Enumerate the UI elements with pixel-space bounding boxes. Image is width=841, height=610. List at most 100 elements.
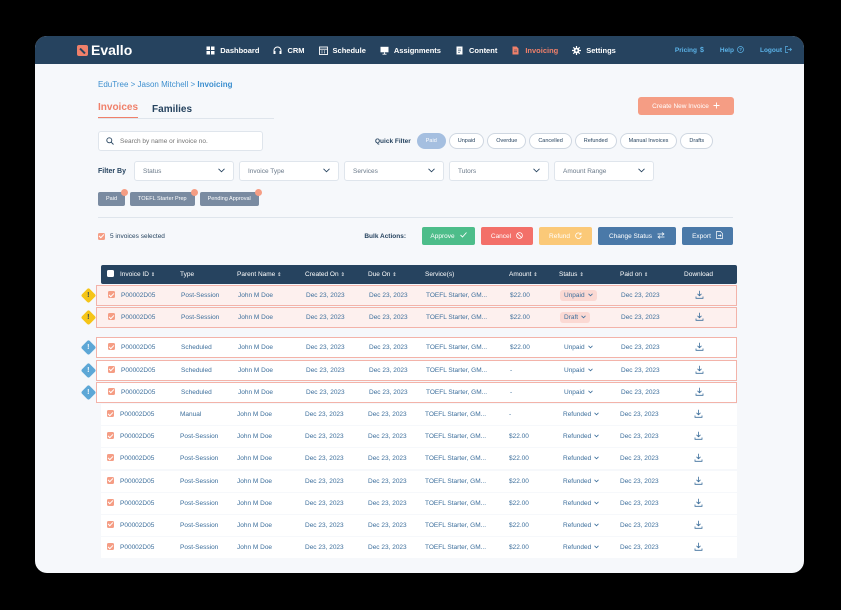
- table-row[interactable]: P00002D05 Post-Session John M Doe Dec 23, 2…: [101, 492, 737, 514]
- change-status-button[interactable]: Change Status: [598, 227, 676, 245]
- row-checkbox[interactable]: [107, 498, 114, 506]
- row-checkbox[interactable]: [107, 543, 114, 551]
- nav-item-assignments[interactable]: Assignments: [380, 46, 441, 55]
- column-header-due-on[interactable]: Due On ⇕: [368, 271, 425, 278]
- table-row[interactable]: ! P00002D05 Scheduled John M Doe Dec 23, 202…: [80, 337, 737, 359]
- table-row[interactable]: P00002D05 Manual John M Doe Dec 23, 2023 Dec…: [101, 403, 737, 425]
- header-checkbox[interactable]: [107, 270, 114, 277]
- download-icon[interactable]: [695, 387, 704, 396]
- nav-link-pricing[interactable]: Pricing $: [675, 46, 704, 55]
- status-dropdown[interactable]: Refunded: [559, 520, 603, 531]
- filter-select-amount-range[interactable]: Amount Range: [554, 161, 654, 181]
- row-checkbox[interactable]: [108, 343, 115, 351]
- download-icon[interactable]: [694, 476, 703, 485]
- breadcrumb-item[interactable]: EduTree: [98, 80, 128, 89]
- invoice-id-cell[interactable]: P00002D05: [120, 500, 180, 507]
- column-header-status[interactable]: Status ⇕: [559, 271, 620, 278]
- quick-filter-chip-paid[interactable]: Paid: [416, 133, 446, 149]
- column-header-created-on[interactable]: Created On ⇕: [305, 271, 368, 278]
- row-checkbox[interactable]: [107, 432, 114, 440]
- export-button[interactable]: Export: [682, 227, 733, 245]
- row-checkbox[interactable]: [108, 387, 115, 395]
- row-checkbox[interactable]: [107, 476, 114, 484]
- table-row[interactable]: ! P00002D05 Post-Session John M Doe Dec 23, …: [80, 307, 737, 329]
- quick-filter-chip-refunded[interactable]: Refunded: [574, 133, 617, 149]
- status-dropdown[interactable]: Unpaid: [560, 387, 597, 398]
- table-row[interactable]: P00002D05 Post-Session John M Doe Dec 23, 2…: [101, 470, 737, 492]
- row-checkbox[interactable]: [108, 365, 115, 373]
- remove-tag-icon[interactable]: [121, 189, 129, 196]
- download-icon[interactable]: [694, 498, 703, 507]
- status-dropdown[interactable]: Refunded: [559, 453, 603, 464]
- table-row[interactable]: P00002D05 Post-Session John M Doe Dec 23, 2…: [101, 537, 737, 559]
- download-icon[interactable]: [695, 290, 704, 299]
- table-row[interactable]: P00002D05 Post-Session John M Doe Dec 23, 2…: [101, 448, 737, 470]
- select-all-checkbox[interactable]: [98, 232, 105, 240]
- row-checkbox[interactable]: [107, 520, 114, 528]
- invoice-id-cell[interactable]: P00002D05: [120, 478, 180, 485]
- column-header-paid-on[interactable]: Paid on ⇕: [620, 271, 676, 278]
- column-header-parent-name[interactable]: Parent Name ⇕: [237, 271, 305, 278]
- status-dropdown[interactable]: Refunded: [559, 476, 603, 487]
- row-checkbox[interactable]: [108, 313, 115, 321]
- download-icon[interactable]: [695, 312, 704, 322]
- search-input[interactable]: [120, 137, 250, 145]
- nav-link-help[interactable]: Help?: [720, 45, 744, 55]
- cancel-button[interactable]: Cancel: [481, 227, 533, 245]
- nav-link-logout[interactable]: Logout: [760, 45, 792, 55]
- invoice-id-cell[interactable]: P00002D05: [120, 455, 180, 462]
- download-icon[interactable]: [695, 342, 704, 352]
- invoice-id-cell[interactable]: P00002D05: [120, 522, 180, 529]
- filter-select-tutors[interactable]: Tutors: [449, 161, 549, 181]
- tab-families[interactable]: Families: [152, 104, 192, 119]
- status-dropdown[interactable]: Draft: [560, 312, 591, 324]
- invoice-id-cell[interactable]: P00002D05: [120, 544, 180, 551]
- filter-select-status[interactable]: Status: [134, 161, 234, 181]
- remove-tag-icon[interactable]: [254, 189, 262, 196]
- invoice-id-cell[interactable]: P00002D05: [120, 433, 180, 440]
- nav-item-invoicing[interactable]: Invoicing: [511, 46, 558, 55]
- status-dropdown[interactable]: Unpaid: [560, 290, 597, 302]
- nav-item-dashboard[interactable]: Dashboard: [206, 46, 259, 55]
- breadcrumb-item[interactable]: Jason Mitchell: [138, 80, 189, 89]
- refund-button[interactable]: Refund: [539, 227, 592, 245]
- table-row[interactable]: ! P00002D05 Scheduled John M Doe Dec 23, 202…: [80, 381, 737, 403]
- nav-item-content[interactable]: Content: [455, 46, 497, 55]
- table-row[interactable]: P00002D05 Post-Session John M Doe Dec 23, 2…: [101, 514, 737, 536]
- tab-invoices[interactable]: Invoices: [98, 102, 139, 119]
- create-new-invoice-button[interactable]: Create New Invoice: [638, 97, 734, 115]
- download-icon[interactable]: [694, 520, 703, 529]
- invoice-id-cell[interactable]: P00002D05: [121, 344, 181, 351]
- filter-select-invoice-type[interactable]: Invoice Type: [239, 161, 339, 181]
- nav-item-schedule[interactable]: Schedule: [318, 46, 366, 55]
- quick-filter-chip-drafts[interactable]: Drafts: [680, 133, 714, 149]
- invoice-id-cell[interactable]: P00002D05: [121, 367, 181, 374]
- quick-filter-chip-unpaid[interactable]: Unpaid: [448, 133, 485, 149]
- quick-filter-chip-manual-invoices[interactable]: Manual Invoices: [619, 133, 678, 149]
- approve-button[interactable]: Approve: [422, 227, 475, 245]
- status-dropdown[interactable]: Refunded: [559, 431, 603, 442]
- invoice-id-cell[interactable]: P00002D05: [121, 314, 181, 321]
- status-dropdown[interactable]: Refunded: [559, 409, 603, 420]
- download-icon[interactable]: [695, 365, 704, 374]
- logo[interactable]: Evallo: [77, 42, 132, 58]
- quick-filter-chip-overdue[interactable]: Overdue: [487, 133, 527, 149]
- row-checkbox[interactable]: [108, 291, 115, 299]
- invoice-id-cell[interactable]: P00002D05: [120, 411, 180, 418]
- table-row[interactable]: ! P00002D05 Scheduled John M Doe Dec 23, 202…: [80, 359, 737, 381]
- download-icon[interactable]: [694, 409, 703, 418]
- row-checkbox[interactable]: [107, 409, 114, 417]
- column-header-amount[interactable]: Amount ⇕: [509, 271, 559, 278]
- status-dropdown[interactable]: Refunded: [559, 498, 603, 509]
- row-checkbox[interactable]: [107, 454, 114, 462]
- table-row[interactable]: ! P00002D05 Post-Session John M Doe Dec 23, …: [80, 285, 737, 307]
- invoice-id-cell[interactable]: P00002D05: [121, 389, 181, 396]
- nav-item-settings[interactable]: Settings: [572, 45, 616, 55]
- filter-select-services[interactable]: Services: [344, 161, 444, 181]
- remove-tag-icon[interactable]: [190, 189, 198, 196]
- download-icon[interactable]: [694, 453, 703, 463]
- download-icon[interactable]: [694, 431, 703, 440]
- column-header-invoice-id[interactable]: Invoice ID ⇕: [120, 271, 180, 278]
- status-dropdown[interactable]: Unpaid: [560, 342, 597, 353]
- status-dropdown[interactable]: Refunded: [559, 542, 603, 553]
